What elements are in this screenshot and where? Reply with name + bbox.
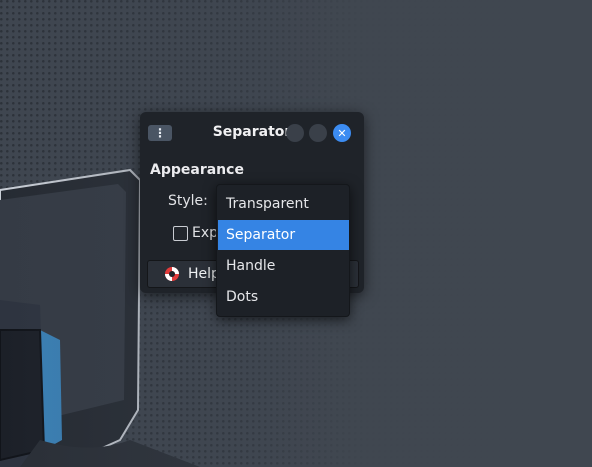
style-option-dots[interactable]: Dots xyxy=(218,282,349,312)
minimize-button[interactable] xyxy=(286,124,304,142)
dialog-titlebar[interactable]: ⋮ Separator ✕ xyxy=(140,112,364,154)
style-dropdown-menu: Transparent Separator Handle Dots xyxy=(216,184,350,317)
style-option-handle[interactable]: Handle xyxy=(218,251,349,281)
close-button[interactable]: ✕ xyxy=(333,124,351,142)
expand-checkbox[interactable] xyxy=(173,226,188,241)
expand-label[interactable]: Exp xyxy=(192,225,218,241)
appearance-section-title: Appearance xyxy=(150,162,244,178)
style-option-transparent[interactable]: Transparent xyxy=(218,189,349,219)
close-icon: ✕ xyxy=(337,126,347,140)
style-option-separator[interactable]: Separator xyxy=(218,220,349,250)
style-label: Style: xyxy=(168,193,208,209)
dialog-title: Separator xyxy=(212,124,292,140)
maximize-button[interactable] xyxy=(309,124,327,142)
lifebuoy-icon xyxy=(165,267,179,281)
